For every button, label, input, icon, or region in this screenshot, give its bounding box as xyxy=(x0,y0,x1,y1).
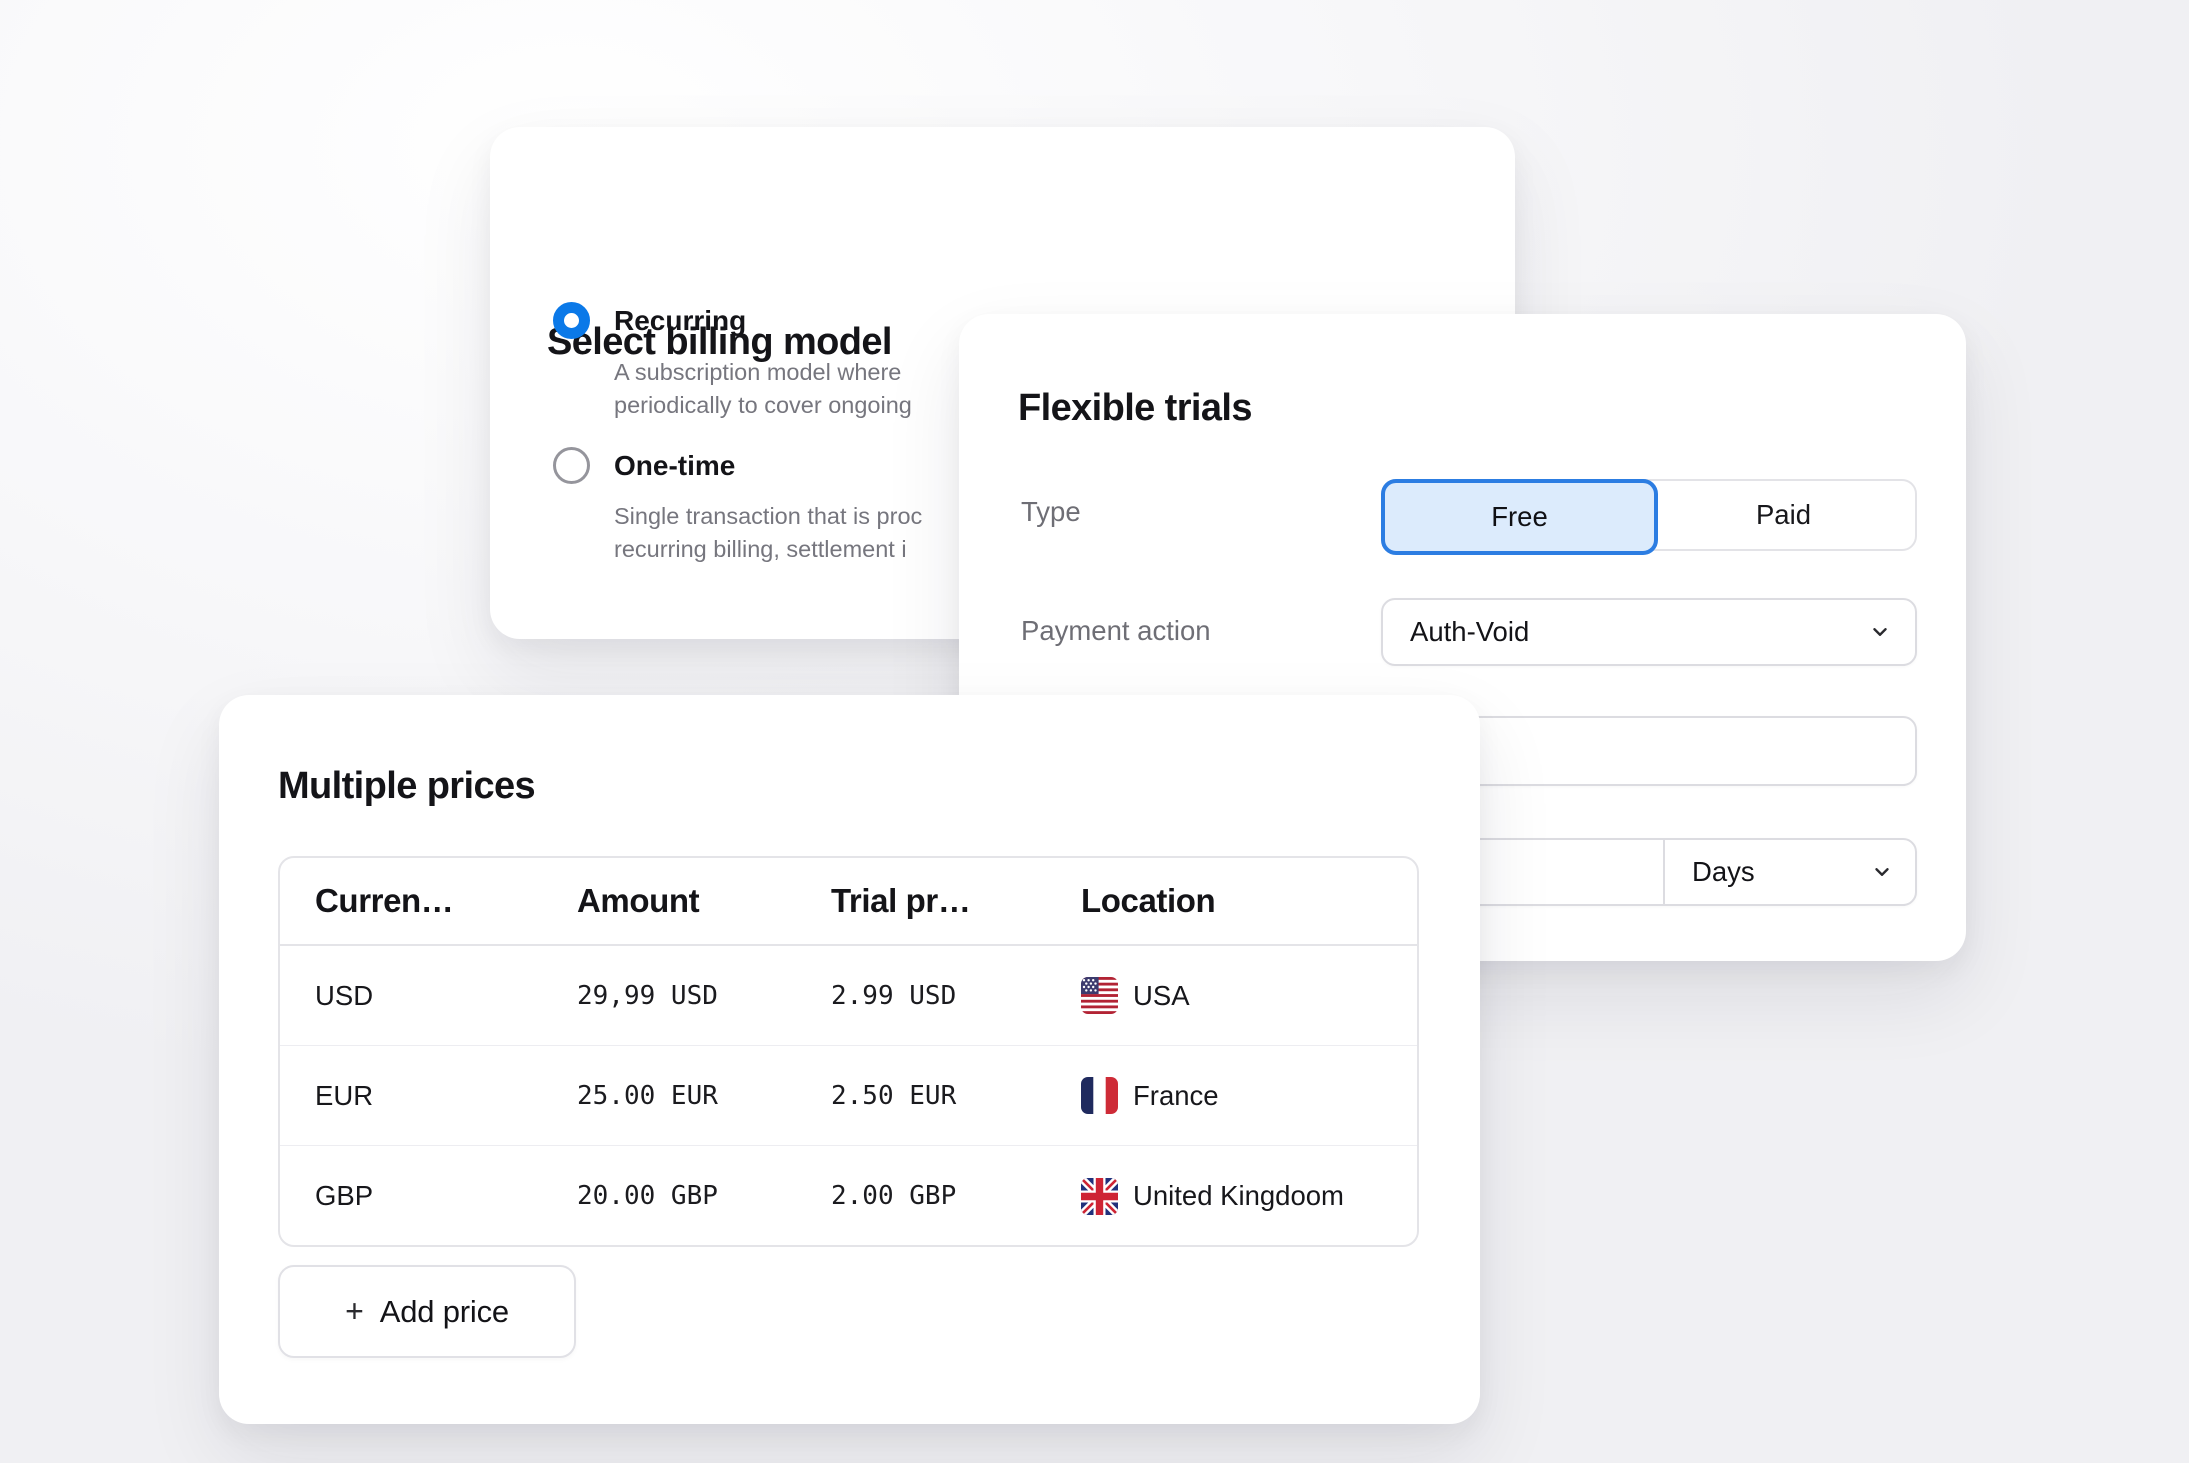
trial-price-cell: 2.50 EUR xyxy=(831,1080,957,1111)
page-background: Select billing model Recurring A subscri… xyxy=(0,0,2189,1463)
location-cell: France xyxy=(1046,1077,1417,1114)
france-flag-icon xyxy=(1081,1077,1118,1114)
recurring-description: A subscription model where periodically … xyxy=(614,356,912,422)
multiple-prices-card: Multiple prices Curren… Amount Trial pr…… xyxy=(219,695,1480,1424)
column-header-location: Location xyxy=(1081,882,1216,919)
free-toggle-button[interactable]: Free xyxy=(1381,479,1658,555)
table-row-gbp: GBP 20.00 GBP 2.00 GBP United Kingdoom xyxy=(280,1146,1417,1245)
duration-unit-select[interactable]: Days xyxy=(1665,840,1915,904)
paid-toggle-label: Paid xyxy=(1755,499,1812,530)
location-name: France xyxy=(1133,1079,1219,1111)
chevron-down-icon xyxy=(1873,628,1887,636)
currency-cell: EUR xyxy=(315,1079,374,1111)
usa-flag-icon xyxy=(1081,977,1118,1014)
location-cell: United Kingdoom xyxy=(1046,1177,1417,1215)
recurring-radio[interactable] xyxy=(553,302,590,339)
prices-table: Curren… Amount Trial pr… Location USD 29… xyxy=(278,856,1419,1247)
amount-cell: 29,99 USD xyxy=(577,980,718,1011)
amount-cell: 25.00 EUR xyxy=(577,1080,718,1111)
recurring-radio-label[interactable]: Recurring xyxy=(614,302,746,339)
currency-cell: GBP xyxy=(315,1180,374,1211)
trial-price-cell: 2.99 USD xyxy=(831,980,957,1011)
payment-action-label: Payment action xyxy=(1021,615,1211,646)
currency-cell: USD xyxy=(315,979,374,1011)
column-header-amount: Amount xyxy=(577,882,700,919)
paid-toggle-button[interactable]: Paid xyxy=(1652,481,1915,549)
add-price-button[interactable]: + Add price xyxy=(278,1265,576,1358)
location-cell: USA xyxy=(1046,977,1417,1014)
duration-unit-value: Days xyxy=(1692,856,1755,887)
table-row-usd: USD 29,99 USD 2.99 USD USA xyxy=(280,946,1417,1046)
trials-card-title: Flexible trials xyxy=(1018,387,1252,429)
trial-type-segmented-control: Paid Free xyxy=(1381,479,1917,555)
prices-table-header: Curren… Amount Trial pr… Location xyxy=(280,858,1417,946)
one-time-description-line1: Single transaction that is proc xyxy=(614,503,923,529)
table-row-eur: EUR 25.00 EUR 2.50 EUR France xyxy=(280,1046,1417,1146)
plus-icon: + xyxy=(345,1293,364,1329)
location-name: United Kingdoom xyxy=(1133,1180,1344,1211)
prices-card-title: Multiple prices xyxy=(278,765,536,807)
payment-action-select[interactable]: Auth-Void xyxy=(1381,598,1917,666)
recurring-description-line1: A subscription model where xyxy=(614,359,902,385)
trial-price-cell: 2.00 GBP xyxy=(831,1181,957,1211)
payment-action-value: Auth-Void xyxy=(1410,616,1530,647)
free-toggle-label: Free xyxy=(1491,501,1548,532)
amount-cell: 20.00 GBP xyxy=(577,1181,718,1211)
recurring-description-line2: periodically to cover ongoing xyxy=(614,392,912,418)
add-price-label: Add price xyxy=(379,1293,509,1329)
location-name: USA xyxy=(1133,979,1190,1011)
one-time-description: Single transaction that is proc recurrin… xyxy=(614,500,922,566)
one-time-radio[interactable] xyxy=(553,447,590,484)
one-time-description-line2: recurring billing, settlement i xyxy=(614,536,907,562)
column-header-currency: Curren… xyxy=(315,882,454,919)
uk-flag-icon xyxy=(1081,1177,1118,1215)
chevron-down-icon xyxy=(1875,868,1889,876)
type-label: Type xyxy=(1021,496,1081,527)
one-time-radio-label[interactable]: One-time xyxy=(614,447,735,484)
column-header-trial-price: Trial pr… xyxy=(831,882,971,919)
